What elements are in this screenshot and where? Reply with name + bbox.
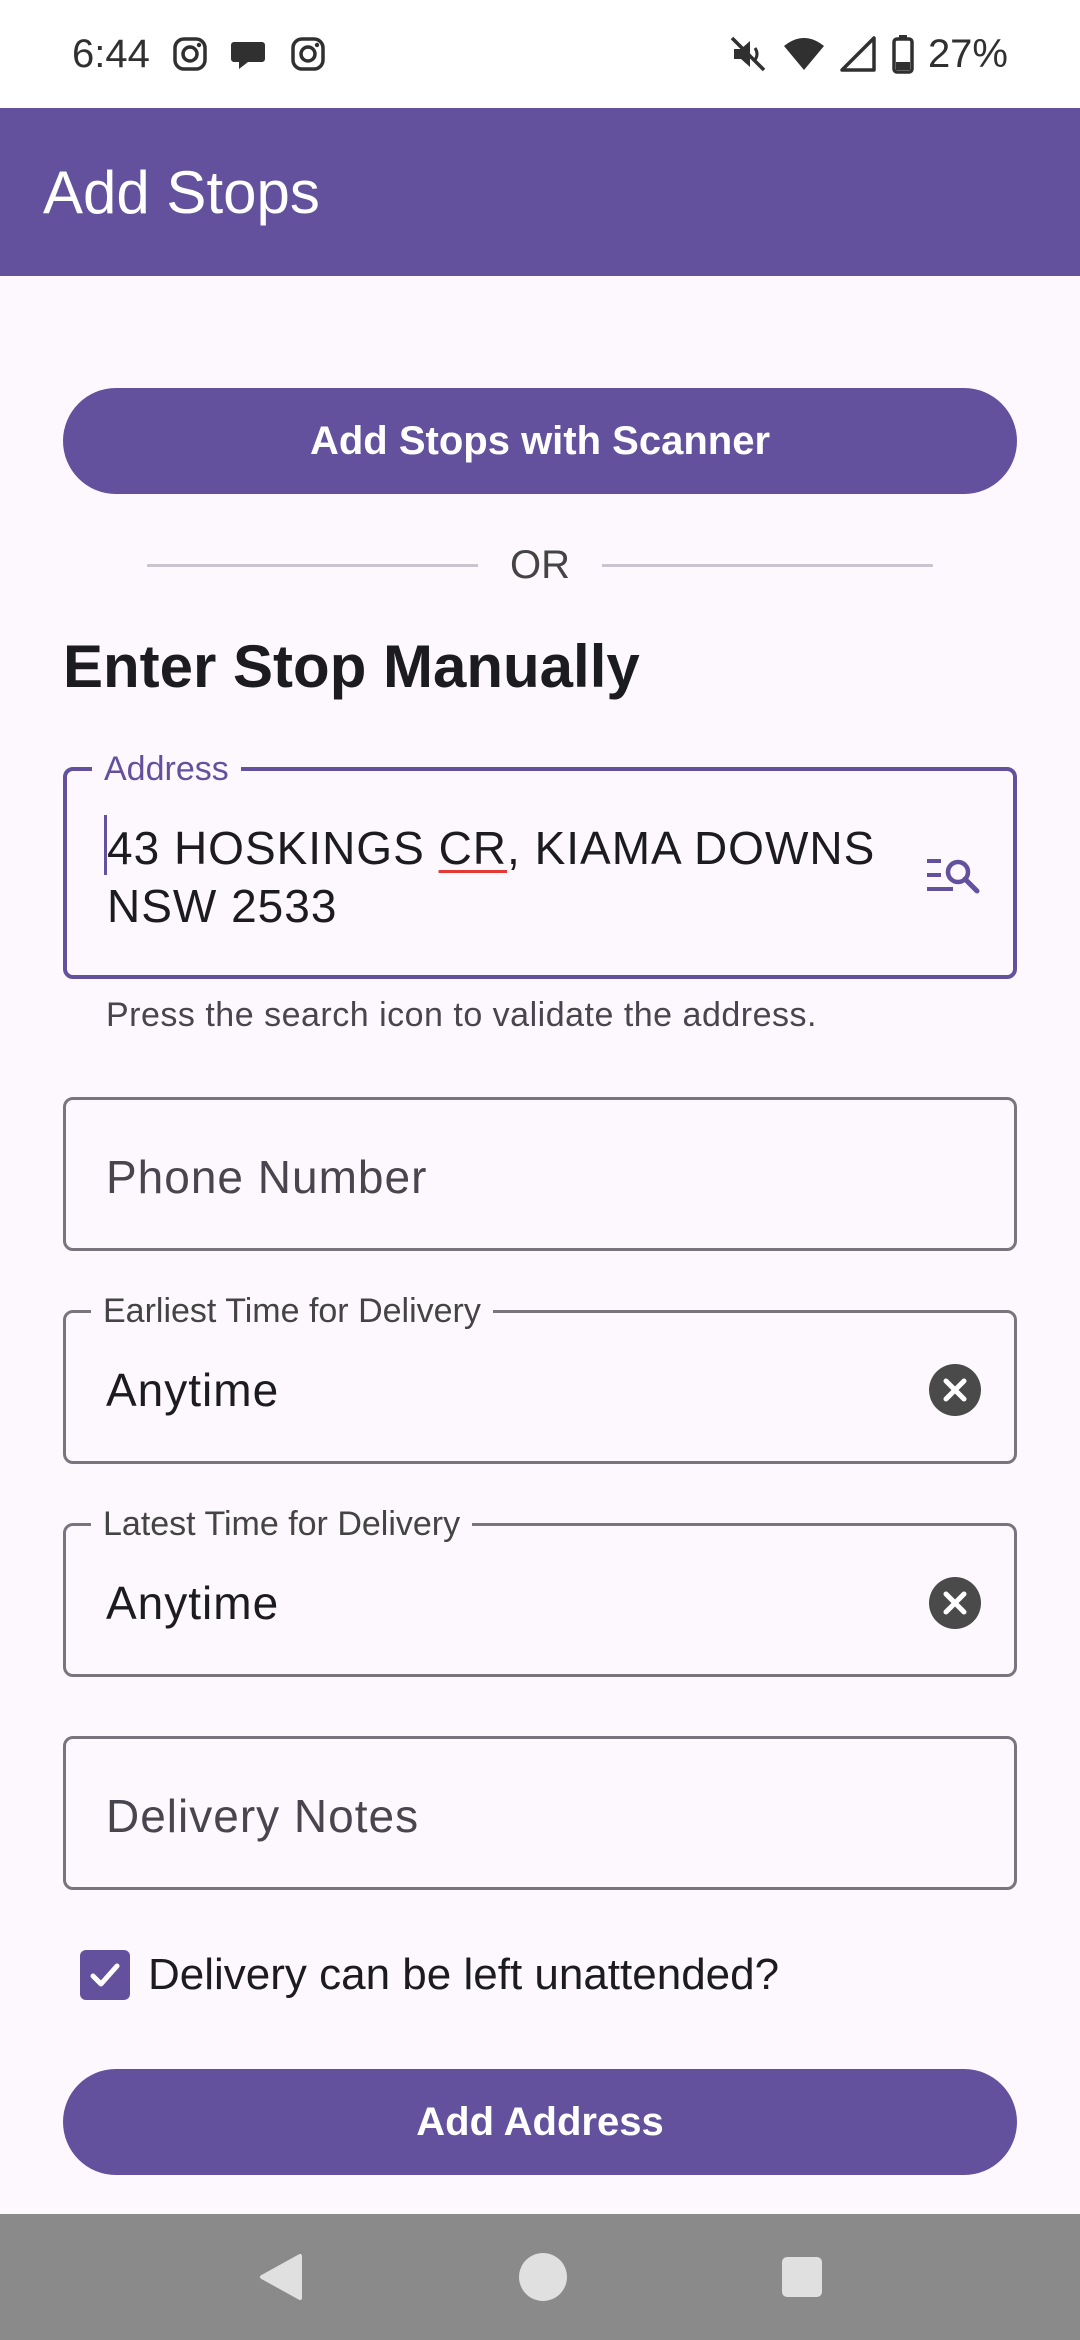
battery-icon [892,35,914,74]
unattended-checkbox[interactable] [80,1950,130,2000]
check-icon [90,1963,120,1987]
wifi-icon [783,38,824,70]
earliest-time-value: Anytime [106,1364,280,1416]
misspelled-word: CR [438,822,508,874]
add-stops-scanner-button[interactable]: Add Stops with Scanner [63,388,1017,494]
battery-percent: 27% [927,31,1008,76]
phone-number-placeholder: Phone Number [106,1151,428,1203]
screen: 6:44 27% Add Stops Add Stops with Scanne… [0,0,1080,2340]
or-divider: OR [147,540,933,590]
unattended-checkbox-row[interactable]: Delivery can be left unattended? [80,1950,779,2000]
search-list-icon[interactable] [925,855,981,895]
earliest-time-field[interactable]: Earliest Time for Delivery Anytime [63,1291,1017,1464]
latest-time-label: Latest Time for Delivery [91,1504,473,1544]
instagram-icon [291,37,325,71]
or-label: OR [510,542,570,587]
app-bar: Add Stops [0,108,1080,276]
chat-bubble-icon [230,42,265,69]
clear-icon[interactable] [928,1363,982,1417]
instagram-icon [173,37,207,71]
page-title: Add Stops [43,158,320,226]
recents-icon[interactable] [780,2255,824,2299]
earliest-time-label: Earliest Time for Delivery [91,1291,493,1331]
status-time: 6:44 [72,31,150,76]
address-text-part: , KIAMA DOWNS [507,822,876,874]
unattended-checkbox-label[interactable]: Delivery can be left unattended? [148,1950,779,2000]
address-value[interactable]: 43 HOSKINGS CR, KIAMA DOWNS NSW 2533 [107,819,875,935]
home-icon[interactable] [518,2252,568,2302]
address-line-2: NSW 2533 [107,880,338,932]
cell-signal-icon [840,36,876,72]
add-address-button[interactable]: Add Address [63,2069,1017,2175]
section-title: Enter Stop Manually [63,633,640,700]
address-line-1: 43 HOSKINGS CR, KIAMA DOWNS [107,819,875,877]
address-field[interactable]: Address 43 HOSKINGS CR, KIAMA DOWNS NSW … [63,749,1017,979]
navigation-bar [0,2214,1080,2340]
delivery-notes-field[interactable]: Delivery Notes [63,1736,1017,1890]
delivery-notes-placeholder: Delivery Notes [106,1790,420,1842]
clear-icon[interactable] [928,1576,982,1630]
divider-line-left [147,563,478,567]
address-label: Address [92,749,241,789]
back-icon[interactable] [256,2252,306,2302]
status-left: 6:44 [72,32,326,77]
latest-time-field[interactable]: Latest Time for Delivery Anytime [63,1504,1017,1677]
status-bar: 6:44 27% [0,0,1080,108]
status-right: 27% [728,32,1008,77]
divider-line-right [602,563,933,567]
mute-vibrate-icon [730,36,766,72]
address-helper-text: Press the search icon to validate the ad… [106,996,817,1034]
latest-time-value: Anytime [106,1577,280,1629]
address-text-part: 43 HOSKINGS [107,822,439,874]
phone-number-field[interactable]: Phone Number [63,1097,1017,1251]
